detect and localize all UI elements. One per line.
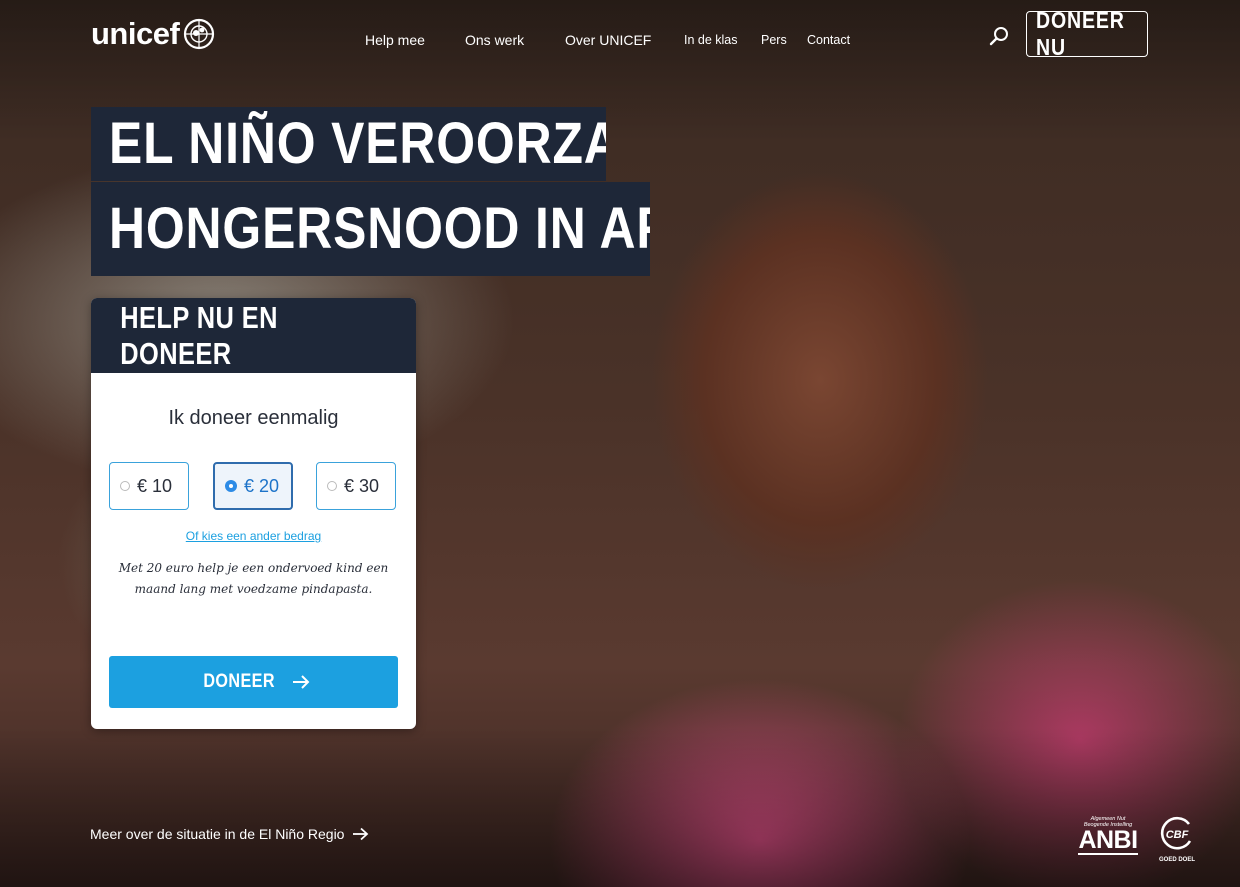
radio-icon[interactable] <box>327 481 337 491</box>
amount-option-20[interactable]: € 20 <box>213 462 293 510</box>
more-info-label: Meer over de situatie in de El Niño Regi… <box>90 826 345 842</box>
cbf-seal-icon: CBF <box>1160 816 1192 850</box>
donation-impact-note: Met 20 euro help je een ondervoed kind e… <box>118 561 389 596</box>
nav-pers[interactable]: Pers <box>761 33 787 47</box>
nav-help-mee[interactable]: Help mee <box>365 32 425 48</box>
unicef-logo[interactable]: unicef <box>91 16 215 52</box>
donate-now-label: DONEER NU <box>1036 7 1125 60</box>
title-line-1: EL NIÑO VEROORZAAKT <box>91 107 606 181</box>
more-info-link[interactable]: Meer over de situatie in de El Niño Regi… <box>90 826 369 842</box>
nav-over-unicef[interactable]: Over UNICEF <box>565 32 651 48</box>
amount-label: € 10 <box>137 475 173 496</box>
amount-label: € 20 <box>244 475 280 496</box>
arrow-right-icon <box>292 675 310 689</box>
donate-now-button[interactable]: DONEER NU <box>1026 7 1148 60</box>
anbi-logo: Algemeen Nut Beogende Instelling ANBI <box>1078 816 1138 860</box>
svg-text:CBF: CBF <box>1166 829 1189 841</box>
arrow-right-icon <box>353 827 369 841</box>
amount-label: € 30 <box>344 475 380 496</box>
donate-card: HELP NU EN DONEER Ik doneer eenmalig € 1… <box>91 298 416 729</box>
anbi-label: ANBI <box>1078 826 1138 854</box>
nav-contact[interactable]: Contact <box>807 33 850 47</box>
amount-option-30[interactable]: € 30 <box>316 462 396 510</box>
nav-ons-werk[interactable]: Ons werk <box>465 32 524 48</box>
other-amount-link[interactable]: Of kies een ander bedrag <box>91 529 416 543</box>
search-icon[interactable] <box>987 24 1011 48</box>
amount-option-10[interactable]: € 10 <box>109 462 189 510</box>
donate-frequency-label: Ik doneer eenmalig <box>168 407 339 429</box>
title-line-2: HONGERSNOOD IN AFRIKA <box>91 182 650 276</box>
donate-submit-label: DONEER <box>203 671 276 692</box>
hero-background: unicef Help mee Ons werk Over UNICEF In … <box>0 0 1240 887</box>
radio-selected-icon[interactable] <box>225 480 237 492</box>
donate-card-heading: HELP NU EN DONEER <box>91 298 416 373</box>
cbf-logo: CBF GOED DOEL <box>1158 816 1196 863</box>
unicef-emblem-icon <box>184 18 215 50</box>
donate-submit-button[interactable]: DONEER <box>109 656 398 708</box>
logo-text: unicef <box>91 16 180 51</box>
nav-in-de-klas[interactable]: In de klas <box>684 33 738 47</box>
radio-icon[interactable] <box>120 481 130 491</box>
cbf-sub-label: GOED DOEL <box>1158 857 1195 863</box>
